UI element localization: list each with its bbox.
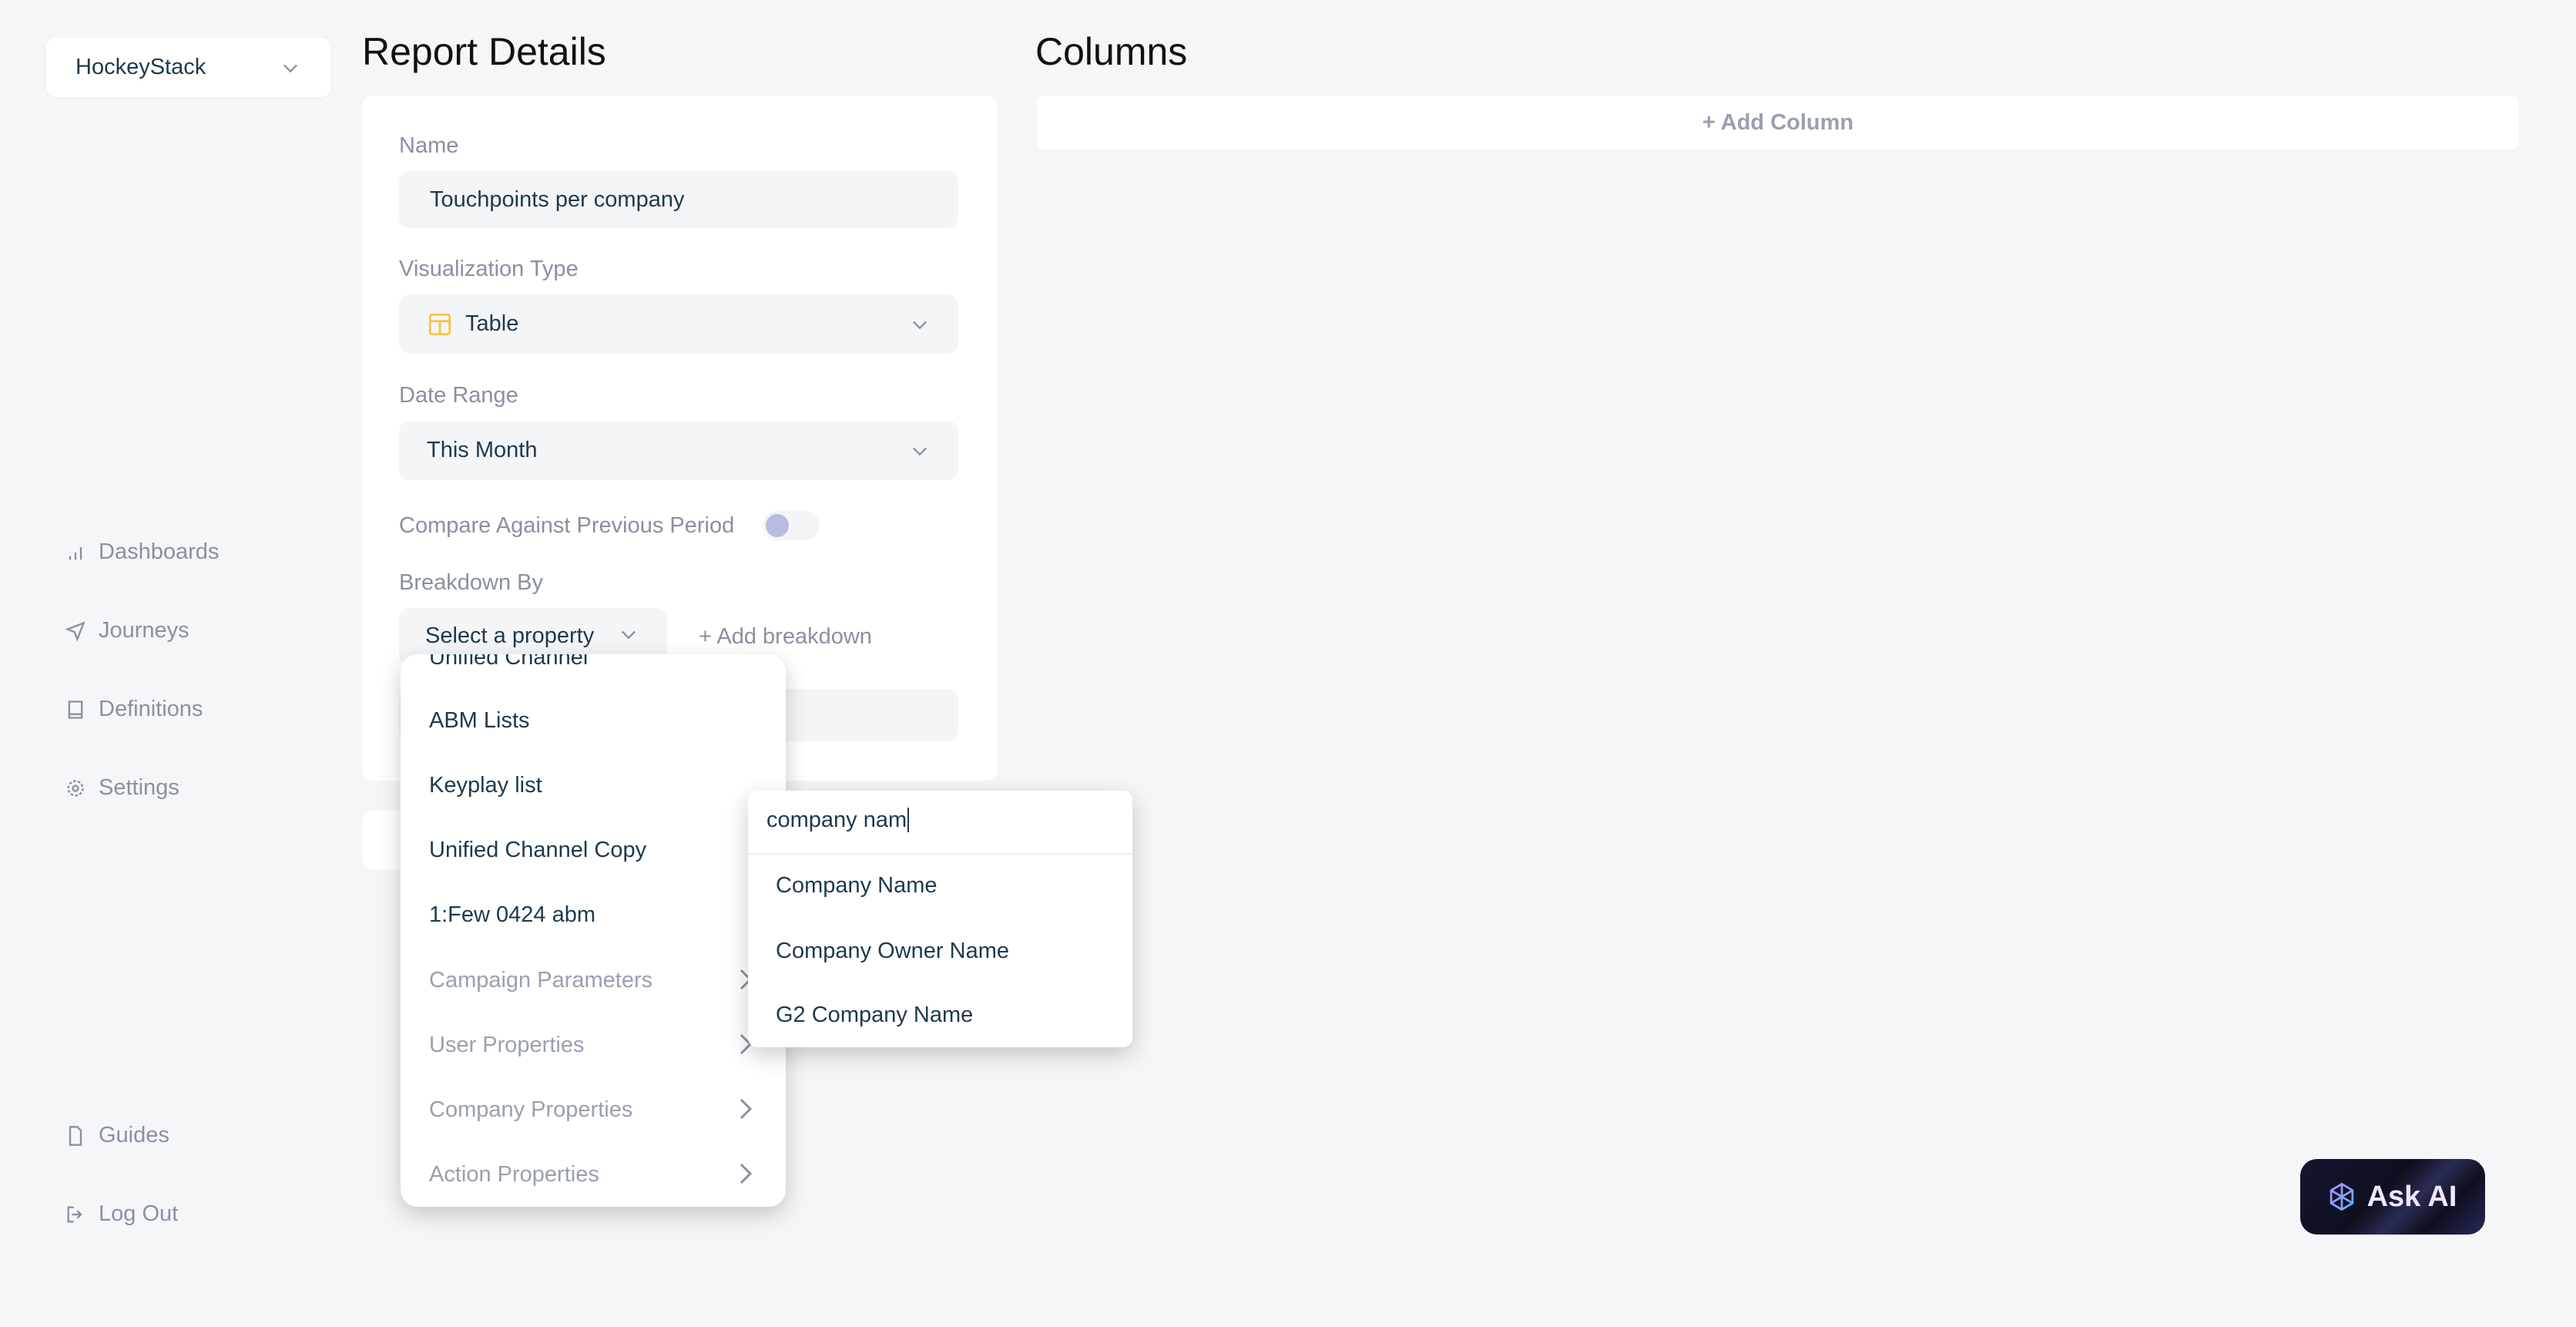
toggle-knob	[766, 514, 789, 537]
logout-icon	[67, 1206, 82, 1222]
workspace-selector[interactable]: HockeyStack	[46, 38, 330, 97]
report-details-title: Report Details	[362, 30, 606, 73]
dropdown-item[interactable]: 1:Few 0424 abm	[429, 902, 595, 928]
sidebar-item-logout[interactable]: Log Out	[65, 1201, 178, 1227]
chevron-down-icon	[913, 321, 927, 329]
dropdown-item-action-properties[interactable]: Action Properties	[429, 1162, 599, 1188]
search-result-item[interactable]: G2 Company Name	[776, 1003, 973, 1028]
sidebar-item-label: Guides	[99, 1123, 169, 1147]
search-result-item[interactable]: Company Name	[776, 873, 937, 899]
name-label: Name	[399, 133, 459, 158]
compare-toggle[interactable]	[763, 511, 820, 540]
date-range-value: This Month	[427, 438, 538, 462]
visualization-type-select[interactable]: Table	[399, 294, 958, 354]
chevron-down-icon	[913, 447, 927, 455]
date-range-select[interactable]: This Month	[399, 421, 958, 480]
name-input[interactable]: Touchpoints per company	[399, 171, 958, 228]
sidebar-item-label: Dashboards	[99, 539, 220, 564]
book-icon	[68, 700, 83, 719]
dropdown-item-company-properties[interactable]: Company Properties	[429, 1097, 632, 1123]
sidebar-item-label: Journeys	[99, 618, 190, 643]
visualization-type-value: Table	[465, 311, 519, 336]
add-breakdown-link[interactable]: + Add breakdown	[699, 624, 872, 650]
cube-icon	[2329, 1183, 2353, 1211]
search-value: company nam	[766, 808, 907, 832]
date-range-label: Date Range	[399, 383, 518, 408]
dropdown-item[interactable]: ABM Lists	[429, 708, 530, 734]
search-result-item[interactable]: Company Owner Name	[776, 939, 1009, 964]
sidebar-item-dashboards[interactable]: Dashboards	[65, 539, 219, 565]
sidebar-item-guides[interactable]: Guides	[65, 1123, 169, 1148]
dropdown-item[interactable]: Unified Channel	[429, 654, 588, 670]
bar-chart-icon	[69, 546, 82, 559]
dropdown-item[interactable]: Unified Channel Copy	[429, 838, 646, 863]
chevron-down-icon	[283, 64, 297, 72]
send-icon	[65, 620, 86, 642]
table-icon	[428, 313, 451, 335]
ask-ai-button[interactable]: Ask AI	[2300, 1159, 2485, 1235]
add-column-button[interactable]: + Add Column	[1037, 96, 2519, 149]
visualization-type-label: Visualization Type	[399, 257, 579, 281]
sidebar-item-definitions[interactable]: Definitions	[65, 697, 203, 722]
chevron-right-icon	[740, 1163, 753, 1184]
company-properties-submenu: company nam Company Name Company Owner N…	[748, 791, 1132, 1047]
breakdown-label: Breakdown By	[399, 570, 543, 595]
sidebar-item-label: Log Out	[99, 1201, 179, 1226]
add-column-label: + Add Column	[1702, 109, 1854, 135]
breakdown-placeholder: Select a property	[425, 623, 595, 648]
chevron-down-icon	[622, 630, 636, 640]
name-value: Touchpoints per company	[430, 186, 685, 212]
compare-label: Compare Against Previous Period	[399, 513, 735, 538]
sidebar-item-label: Settings	[99, 775, 179, 800]
property-search-input[interactable]: company nam	[748, 791, 1132, 855]
chevron-right-icon	[740, 1098, 753, 1120]
dropdown-item[interactable]: Keyplay list	[429, 773, 542, 798]
ask-ai-label: Ask AI	[2366, 1180, 2457, 1213]
property-dropdown: Unified Channel ABM Lists Keyplay list U…	[401, 654, 786, 1207]
sidebar-item-settings[interactable]: Settings	[65, 775, 179, 801]
file-icon	[69, 1125, 82, 1146]
gear-icon	[67, 780, 84, 796]
workspace-name: HockeyStack	[75, 55, 206, 79]
sidebar-item-journeys[interactable]: Journeys	[65, 618, 190, 643]
sidebar-item-label: Definitions	[99, 697, 203, 721]
text-cursor	[907, 808, 910, 832]
columns-title: Columns	[1035, 30, 1188, 73]
dropdown-item-user-properties[interactable]: User Properties	[429, 1033, 584, 1058]
dropdown-item-campaign-parameters[interactable]: Campaign Parameters	[429, 968, 652, 993]
